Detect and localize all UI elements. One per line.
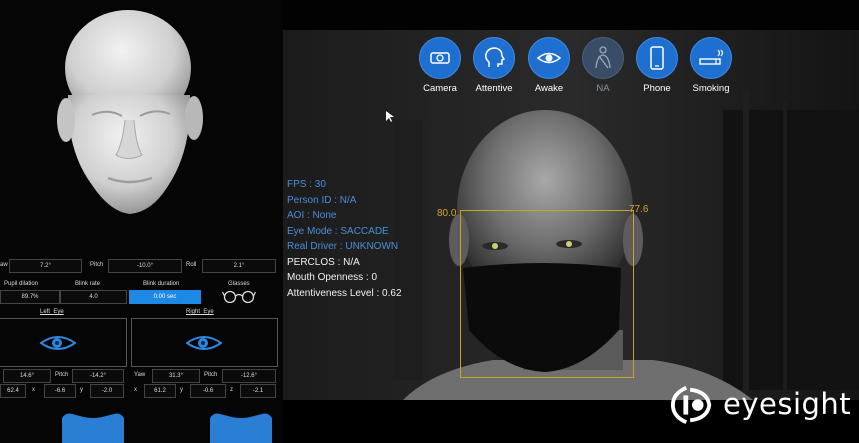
left-eye-panel xyxy=(0,318,127,367)
yaw-label: aw xyxy=(0,262,8,268)
left-eye-x-label: x xyxy=(32,387,35,393)
face-bounding-box xyxy=(460,210,634,378)
right-eye-yaw: 31.3° xyxy=(152,369,200,383)
right-eye-yaw-label: Yaw xyxy=(134,372,146,378)
left-analysis-panel: aw 7.2° Pitch -10.0° Roll 2.1° Pupil dil… xyxy=(0,0,283,443)
smoking-button[interactable]: Smoking xyxy=(684,37,738,94)
person-id-text: Person ID : N/A xyxy=(287,194,357,206)
right-eye-x-label: x xyxy=(134,387,137,393)
pitch-label: Pitch xyxy=(90,262,104,268)
pupil-dilation-label: Pupil dilation xyxy=(4,281,39,287)
right-eye-y: -0.6 xyxy=(190,384,226,398)
left-eye-yaw: 14.6° xyxy=(3,369,51,383)
right-eye-z: -2.1 xyxy=(240,384,276,398)
left-eye-y: -6.6 xyxy=(44,384,76,398)
left-eye-icon xyxy=(40,336,76,350)
camera-icon xyxy=(419,37,461,79)
dms-demo-screen: aw 7.2° Pitch -10.0° Roll 2.1° Pupil dil… xyxy=(0,0,859,443)
smoking-label: Smoking xyxy=(692,83,730,94)
left-eye-pitch-label: Pitch xyxy=(55,372,69,378)
brand-wordmark: eyesight xyxy=(723,387,852,421)
blink-rate-label: Blink rate xyxy=(75,281,101,287)
right-eye-x: 61.2 xyxy=(144,384,176,398)
roll-value: 2.1° xyxy=(202,259,276,273)
eyesight-logo-icon xyxy=(670,385,712,425)
attentive-label: Attentive xyxy=(475,83,513,94)
blink-rate-value: 4.0 xyxy=(60,290,127,304)
eye-mode-text: Eye Mode : SACCADE xyxy=(287,225,389,237)
aoi-text: AOI : None xyxy=(287,210,337,221)
perclos-text: PERCLOS : N/A xyxy=(287,256,360,268)
right-eye-title: Right_Eye xyxy=(186,309,214,315)
phone-label: Phone xyxy=(643,83,671,94)
camera-label: Camera xyxy=(423,83,457,94)
seatbelt-icon xyxy=(582,37,624,79)
blink-duration-value: 0.00 sec xyxy=(129,290,201,304)
face-box-right-value: 77.6 xyxy=(629,204,649,215)
na-label: NA xyxy=(596,83,610,94)
attentiveness-text: Attentiveness Level : 0.62 xyxy=(287,287,402,299)
fps-text: FPS : 30 xyxy=(287,179,326,190)
face-box-left-value: 80.0 xyxy=(437,208,457,219)
roll-label: Roll xyxy=(186,262,197,268)
left-eye-pitch: -14.2° xyxy=(72,369,124,383)
left-eye-y-label: y xyxy=(80,387,83,393)
awake-label: Awake xyxy=(534,83,564,94)
na-button[interactable]: NA xyxy=(576,37,630,94)
head-profile-icon xyxy=(473,37,515,79)
right-eye-y-label: y xyxy=(180,387,183,393)
right-eye-pitch-label: Pitch xyxy=(204,372,218,378)
pitch-value: -10.0° xyxy=(108,259,182,273)
real-driver-text: Real Driver : UNKNOWN xyxy=(287,241,399,252)
glasses-icon xyxy=(222,290,256,303)
attentive-button[interactable]: Attentive xyxy=(467,37,521,94)
glasses-label: Glasses xyxy=(228,281,250,287)
right-eye-z-label: z xyxy=(230,387,233,393)
cigarette-icon xyxy=(690,37,732,79)
right-eye-panel xyxy=(131,318,278,367)
left-eye-title: Left_Eye xyxy=(40,309,64,315)
pupil-dilation-value: 89.7% xyxy=(0,290,60,304)
phone-icon xyxy=(636,37,678,79)
right-eye-icon xyxy=(186,336,222,350)
left-eye-graph-tab[interactable] xyxy=(62,410,124,443)
right-eye-pitch: -12.6° xyxy=(222,369,276,383)
camera-button[interactable]: Camera xyxy=(413,37,467,94)
left-eye-z: -2.0 xyxy=(90,384,124,398)
awake-button[interactable]: Awake xyxy=(522,37,576,94)
head-model-3d xyxy=(57,10,203,214)
phone-button[interactable]: Phone xyxy=(630,37,684,94)
mouse-cursor-icon xyxy=(386,111,394,122)
mouth-openness-text: Mouth Openness : 0 xyxy=(287,272,378,283)
right-eye-graph-tab[interactable] xyxy=(210,410,272,443)
left-eye-x: 62.4 xyxy=(0,384,26,398)
eye-icon xyxy=(528,37,570,79)
yaw-value: 7.2° xyxy=(9,259,82,273)
blink-duration-label: Blink duration xyxy=(143,281,180,287)
